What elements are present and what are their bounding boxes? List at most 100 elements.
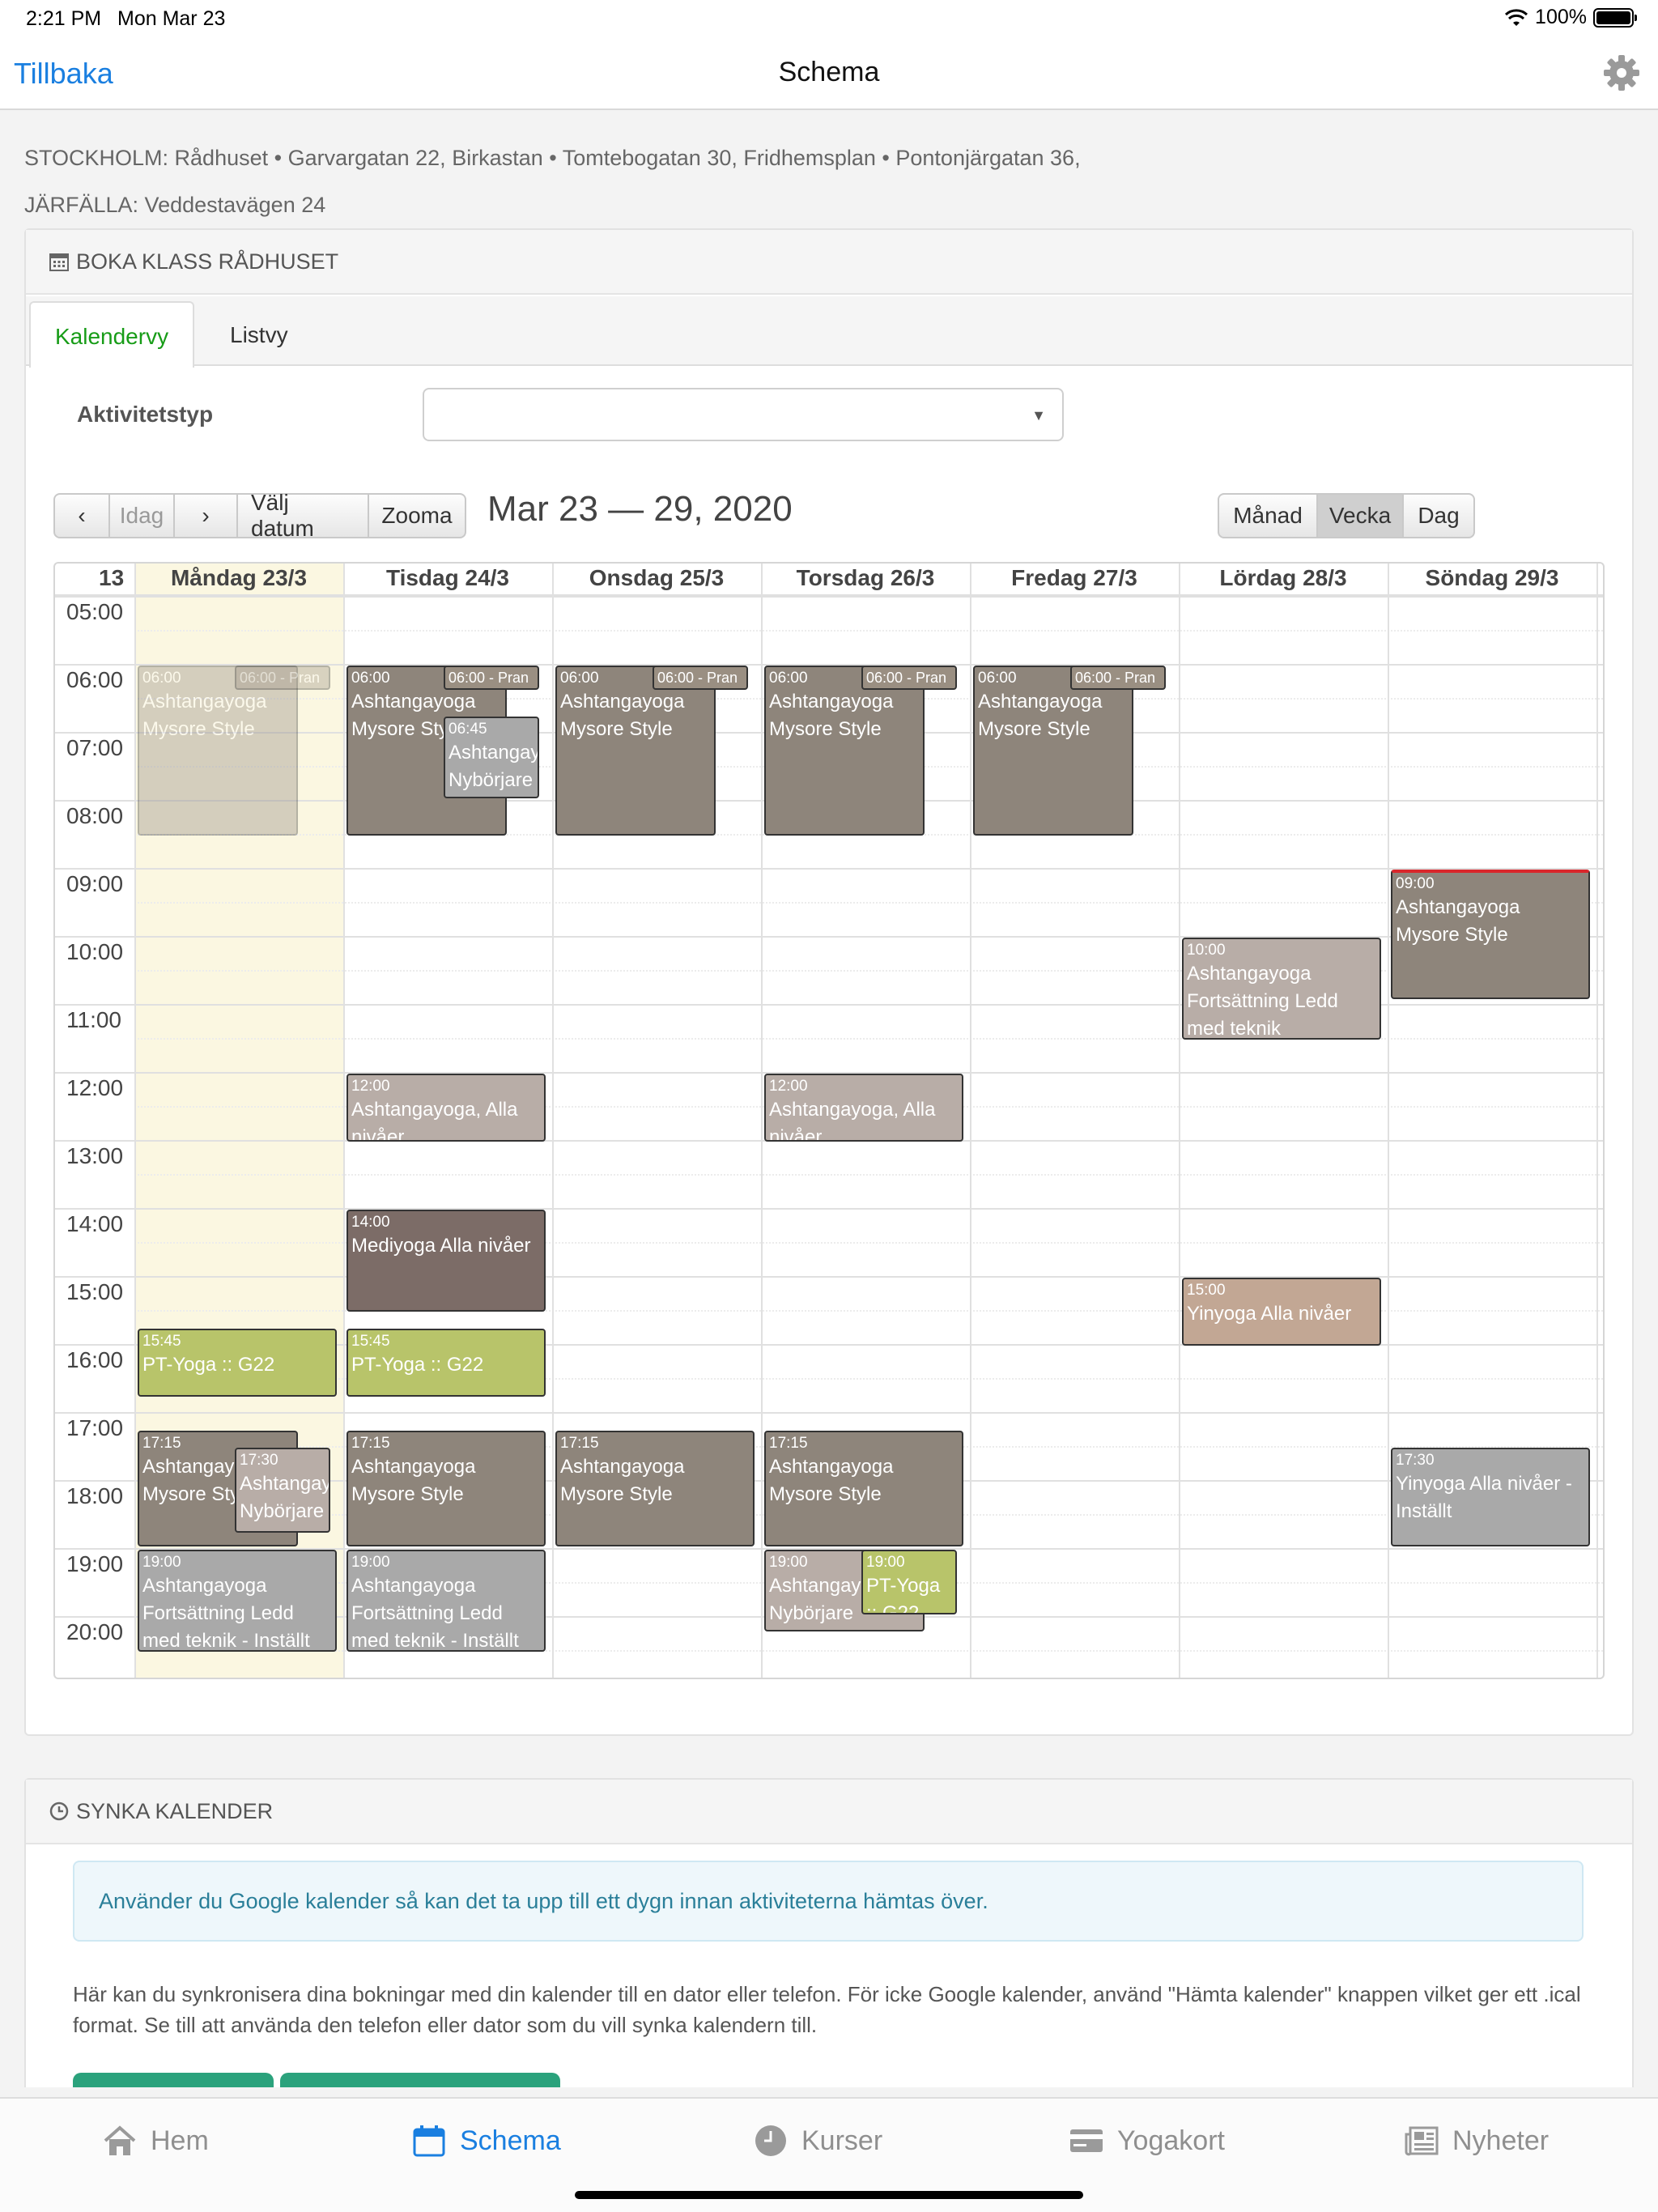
calendar-event[interactable]: 17:30 Ashtangayoga Nybörjare [235,1448,330,1533]
tab-listvy[interactable]: Listvy [206,301,312,368]
calendar-event[interactable]: 06:45 Ashtangayoga Nybörjare [444,717,539,798]
overlapping-event-time: 06:00 - Pran [449,670,529,686]
event-time: 09:00 [1396,875,1435,892]
overlapping-event-tag[interactable]: 06:00 - Pran [235,666,330,690]
hour-label: 11:00 [66,1007,121,1032]
content-scroll[interactable]: STOCKHOLM: Rådhuset • Garvargatan 22, Bi… [0,112,1658,2087]
calendar-event[interactable]: 06:00 Ashtangayoga Mysore Style [555,666,716,836]
overlapping-event-time: 06:00 - Pran [1075,670,1156,686]
sync-description: Här kan du synkronisera dina bokningar m… [73,1982,1581,2037]
hour-label: 15:00 [66,1279,124,1304]
next-week-button[interactable]: › [173,493,238,538]
page-title: Schema [778,57,880,87]
gear-icon[interactable] [1601,53,1642,93]
status-date: Mon Mar 23 [117,7,226,30]
tab-kurser[interactable]: Kurser [753,2123,882,2159]
event-title: Ashtangayoga Mysore Style [560,1456,685,1505]
wifi-icon [1505,8,1528,26]
calendar-event[interactable]: 15:45 PT-Yoga :: G22 [138,1329,337,1397]
calendar-event[interactable]: 06:00 Ashtangayoga Mysore Style [973,666,1133,836]
tab-nyheter-label: Nyheter [1452,2125,1550,2156]
tab-nyheter[interactable]: Nyheter [1404,2123,1549,2159]
day-divider [552,564,554,1678]
tab-yogakort[interactable]: Yogakort [1069,2123,1225,2159]
status-right: 100% [1504,6,1637,29]
sync-panel: SYNKA KALENDER Använder du Google kalend… [24,1778,1634,2087]
clock-icon [49,1802,69,1821]
overlapping-event-time: 06:00 - Pran [240,670,321,686]
overlapping-event-tag[interactable]: 06:00 - Pran [861,666,957,690]
hour-label: 13:00 [66,1143,124,1168]
event-time: 15:45 [351,1333,390,1350]
calendar-event[interactable]: 15:00 Yinyoga Alla nivåer [1182,1278,1381,1346]
pick-date-button[interactable]: Välj datum [236,490,369,541]
half-hour-gridline [134,902,1603,904]
sync-calendar-button[interactable] [73,2073,274,2087]
calendar-event[interactable]: 19:00 Ashtangayoga Fortsättning Ledd med … [346,1550,546,1652]
date-range-title: Mar 23 — 29, 2020 [487,489,793,529]
calendar-event[interactable]: 17:15 Ashtangayoga Mysore Style [764,1431,963,1546]
event-title: Ashtangayoga Mysore Style [560,691,685,740]
event-time: 17:30 [240,1452,278,1469]
tab-hem[interactable]: Hem [102,2123,209,2159]
day-header: Fredag 27/3 [1011,565,1137,590]
header-divider [55,594,1603,596]
today-button[interactable]: Idag [108,493,175,538]
calendar-event[interactable]: 15:45 PT-Yoga :: G22 [346,1329,546,1397]
newspaper-icon [1405,2126,1439,2156]
hour-gridline [55,1412,1603,1414]
sync-panel-header: SYNKA KALENDER [26,1780,1632,1844]
day-divider [970,564,971,1678]
calendar-event[interactable]: 12:00 Ashtangayoga, Alla nivåer [346,1074,546,1142]
calendar-event[interactable]: 10:00 Ashtangayoga Fortsättning Ledd med … [1182,938,1381,1040]
download-calendar-button[interactable] [280,2073,560,2087]
event-time: 17:15 [351,1435,390,1452]
calendar-event[interactable]: 06:00 Ashtangayoga Mysore Style [138,666,298,836]
sync-heading: SYNKA KALENDER [76,1798,274,1823]
calendar-event[interactable]: 17:15 Ashtangayoga Mysore Style [346,1431,546,1546]
calendar-event[interactable]: 17:30 Yinyoga Alla nivåer - Inställt [1391,1448,1590,1546]
calendar-event[interactable]: 19:00 PT-Yoga :: G22 [861,1550,957,1614]
calendar-event[interactable]: 19:00 Ashtangayoga Fortsättning Ledd med … [138,1550,337,1652]
booking-panel: BOKA KLASS RÅDHUSET Kalendervy Listvy Ak… [24,228,1634,1736]
tab-schema[interactable]: Schema [411,2123,561,2159]
locations-line-2: JÄRFÄLLA: Veddestavägen 24 [24,193,326,217]
event-title: Ashtangayoga Nybörjare [449,742,539,791]
event-title: Ashtangayoga Mysore Style [769,1456,894,1505]
calendar-event[interactable]: 09:00 Ashtangayoga Mysore Style [1391,870,1590,999]
calendar-event[interactable]: 06:00 Ashtangayoga Mysore Style [764,666,925,836]
hour-gridline [55,868,1603,870]
prev-week-button[interactable]: ‹ [53,493,110,538]
day-header: Söndag 29/3 [1425,565,1559,590]
event-title: Ashtangayoga Nybörjare [240,1473,330,1522]
calendar-event[interactable]: 14:00 Mediyoga Alla nivåer [346,1210,546,1312]
week-view-button[interactable]: Vecka [1316,493,1404,538]
tab-hem-label: Hem [151,2125,209,2156]
event-time: 19:00 [142,1554,181,1571]
tab-kurser-label: Kurser [801,2125,883,2156]
hour-label: 20:00 [66,1619,124,1644]
month-view-button[interactable]: Månad [1218,493,1318,538]
hour-label: 12:00 [66,1075,124,1100]
event-title: Ashtangayoga Fortsättning Ledd med tekni… [1187,963,1338,1040]
day-divider [134,564,136,1678]
tab-kalendervy[interactable]: Kalendervy [29,301,195,368]
activity-type-select[interactable]: ▼ [423,388,1064,441]
calendar-event[interactable]: 17:15 Ashtangayoga Mysore Style [555,1431,755,1546]
event-title: Mediyoga Alla nivåer [351,1235,531,1257]
zoom-button[interactable]: Zooma [368,493,466,538]
view-tabs: Kalendervy Listvy [26,296,1632,368]
overlapping-event-time: 06:00 - Pran [657,670,738,686]
overlapping-event-tag[interactable]: 06:00 - Pran [653,666,748,690]
day-view-button[interactable]: Dag [1402,493,1475,538]
day-divider [1388,564,1389,1678]
activity-type-label: Aktivitetstyp [77,402,214,427]
locations-line-1: STOCKHOLM: Rådhuset • Garvargatan 22, Bi… [24,146,1081,170]
overlapping-event-tag[interactable]: 06:00 - Pran [444,666,539,690]
event-title: Ashtangayoga Mysore Style [351,1456,476,1505]
calendar-event[interactable]: 12:00 Ashtangayoga, Alla nivåer [764,1074,963,1142]
calendar-icon [413,2125,445,2157]
overlapping-event-tag[interactable]: 06:00 - Pran [1070,666,1166,690]
day-divider [1596,564,1598,1678]
event-title: Yinyoga Alla nivåer - Inställt [1396,1473,1572,1522]
